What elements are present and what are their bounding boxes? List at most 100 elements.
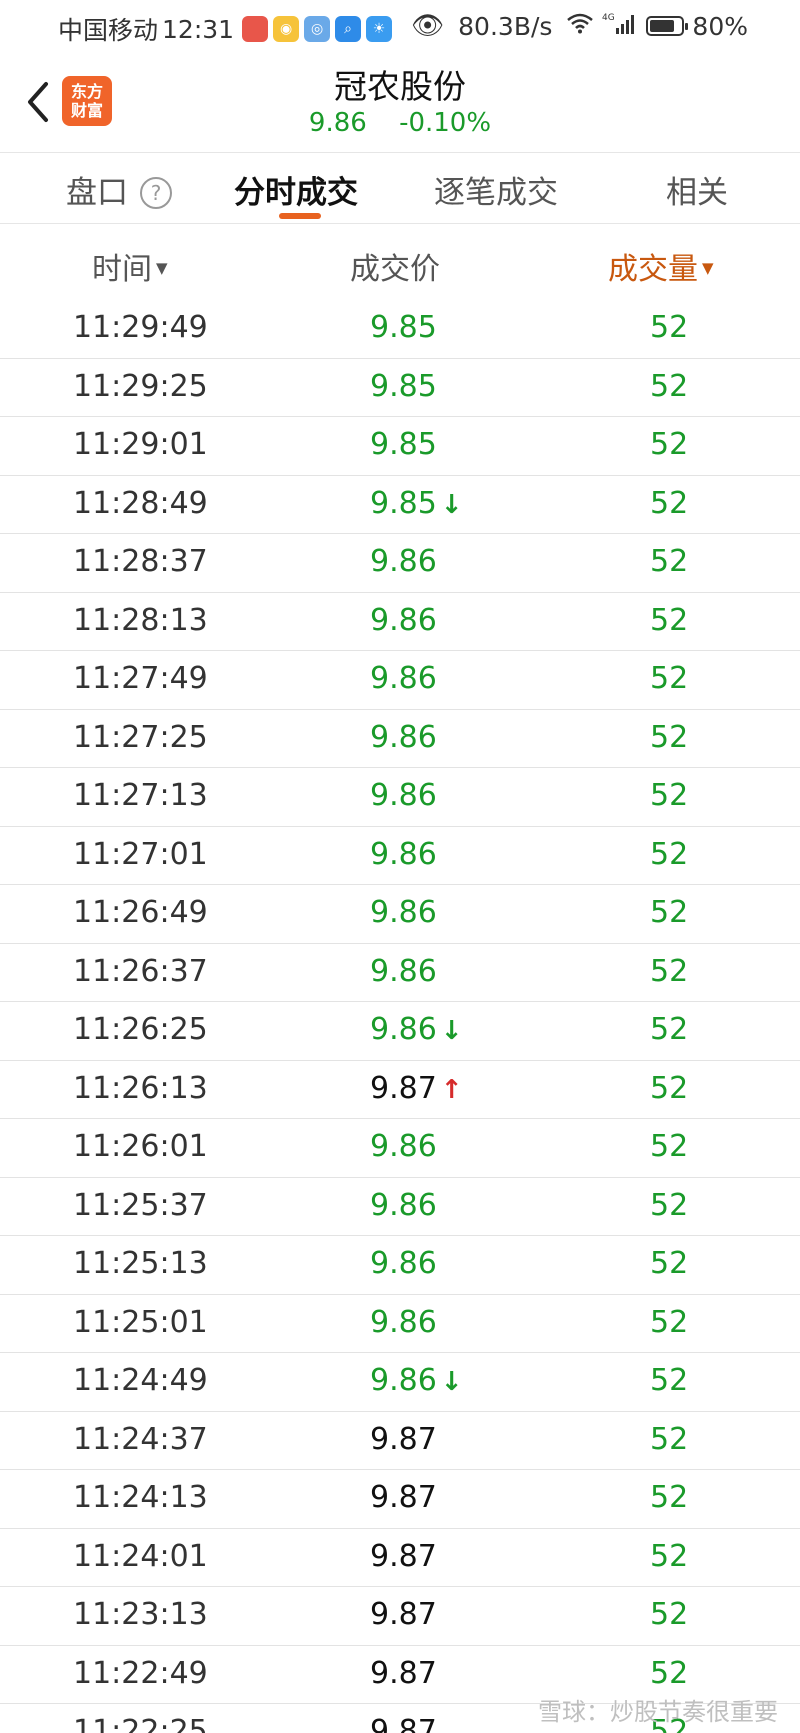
- arrow-down-icon: ↓: [440, 1016, 463, 1046]
- stock-name: 冠农股份: [334, 67, 466, 106]
- column-header-label: 成交价: [350, 252, 440, 287]
- question-circle-icon[interactable]: ?: [140, 177, 172, 209]
- trade-price: 9.86: [370, 778, 437, 813]
- trade-volume: 52: [650, 1421, 689, 1457]
- table-row[interactable]: 11:26:25 9.86 ↓ 52: [0, 1002, 800, 1061]
- trade-volume: 52: [650, 1655, 689, 1691]
- tab-label: 相关: [666, 175, 728, 211]
- active-tab-indicator: [279, 213, 321, 219]
- trade-time: 11:25:37: [73, 1187, 208, 1223]
- table-row[interactable]: 11:24:13 9.87 52: [0, 1470, 800, 1529]
- trade-volume: 52: [650, 1070, 689, 1106]
- trade-volume: 52: [650, 602, 689, 638]
- table-row[interactable]: 11:26:13 9.87 ↑ 52: [0, 1061, 800, 1119]
- trade-time: 11:24:49: [73, 1363, 208, 1398]
- arrow-down-icon: ↓: [440, 1367, 463, 1397]
- tab-tick-trades[interactable]: 逐笔成交: [434, 167, 558, 212]
- table-row[interactable]: 11:24:49 9.86 ↓ 52: [0, 1353, 800, 1412]
- trade-time: 11:25:13: [73, 1246, 208, 1281]
- table-row[interactable]: 11:26:49 9.86 52: [0, 885, 800, 944]
- table-row[interactable]: 11:28:49 9.85 ↓ 52: [0, 476, 800, 534]
- stock-price: 9.86: [308, 108, 367, 138]
- table-row[interactable]: 11:28:13 9.86 52: [0, 593, 800, 651]
- caret-down-icon: ▼: [702, 259, 714, 277]
- trade-volume: 52: [650, 427, 689, 462]
- table-row[interactable]: 11:24:01 9.87 52: [0, 1529, 800, 1587]
- table-row[interactable]: 11:26:37 9.86 52: [0, 944, 800, 1002]
- trade-volume: 52: [650, 1597, 689, 1632]
- trade-time: 11:26:49: [73, 895, 208, 930]
- column-header-label: 时间: [92, 252, 152, 287]
- trade-price-value: 9.86: [370, 1246, 437, 1281]
- trade-price-value: 9.86: [370, 1187, 437, 1223]
- table-row[interactable]: 11:29:25 9.85 52: [0, 359, 800, 417]
- table-row[interactable]: 11:27:25 9.86 52: [0, 710, 800, 768]
- trade-time: 11:29:25: [73, 368, 208, 404]
- column-header-label: 成交量: [608, 252, 698, 287]
- trade-time: 11:26:13: [73, 1070, 208, 1106]
- table-row[interactable]: 11:25:37 9.86 52: [0, 1178, 800, 1236]
- table-row[interactable]: 11:27:01 9.86 52: [0, 827, 800, 885]
- table-row[interactable]: 11:25:13 9.86 52: [0, 1236, 800, 1295]
- trade-price: 9.87: [370, 1539, 437, 1574]
- trade-price-value: 9.85: [370, 485, 437, 521]
- tab-intraday-trades[interactable]: 分时成交: [234, 167, 358, 212]
- trade-price-value: 9.86: [370, 1129, 437, 1164]
- stock-header: 东方 财富 冠农股份 9.86 -0.10%: [0, 56, 800, 152]
- trade-price: 9.87: [370, 1714, 437, 1733]
- trade-volume: 52: [650, 953, 689, 989]
- table-row[interactable]: 11:24:37 9.87 52: [0, 1412, 800, 1470]
- trade-volume: 52: [650, 1246, 689, 1281]
- trade-volume: 52: [650, 719, 689, 755]
- trade-time: 11:29:01: [73, 427, 208, 462]
- trade-price-value: 9.87: [370, 1714, 437, 1733]
- trade-price-value: 9.86: [370, 1012, 437, 1047]
- tab-label: 盘口: [66, 175, 128, 211]
- arrow-down-icon: ↓: [440, 489, 463, 520]
- trade-price: 9.86: [370, 1305, 437, 1340]
- table-row[interactable]: 11:27:13 9.86 52: [0, 768, 800, 827]
- column-header-price[interactable]: 成交价: [350, 244, 440, 288]
- tab-label: 分时成交: [234, 175, 358, 211]
- trade-volume: 52: [650, 661, 689, 696]
- trade-price: 9.87 ↑: [370, 1071, 463, 1106]
- table-row[interactable]: 11:28:37 9.86 52: [0, 534, 800, 593]
- table-row[interactable]: 11:25:01 9.86 52: [0, 1295, 800, 1353]
- search-app-icon: ⌕: [335, 16, 362, 42]
- trade-time: 11:23:13: [73, 1597, 208, 1632]
- column-header-volume[interactable]: 成交量 ▼: [608, 244, 714, 288]
- trade-price-value: 9.85: [370, 427, 437, 462]
- trade-price: 9.85: [370, 427, 437, 462]
- trade-price: 9.87: [370, 1597, 437, 1632]
- table-row[interactable]: 11:27:49 9.86 52: [0, 651, 800, 710]
- trade-price-value: 9.85: [370, 368, 437, 404]
- trade-price: 9.86: [370, 954, 437, 989]
- tab-related[interactable]: 相关: [666, 167, 728, 212]
- trade-volume: 52: [650, 1363, 689, 1398]
- arrow-up-icon: ↑: [440, 1074, 463, 1105]
- network-type-label: 4G: [602, 13, 615, 23]
- tab-pankou[interactable]: 盘口?: [66, 167, 172, 212]
- trade-price-value: 9.87: [370, 1538, 437, 1574]
- trade-time: 11:26:37: [73, 953, 208, 989]
- trade-price-value: 9.87: [370, 1480, 437, 1515]
- table-row[interactable]: 11:29:49 9.85 52: [0, 300, 800, 359]
- trade-price-value: 9.86: [370, 719, 437, 755]
- weather-icon: ☀: [366, 16, 393, 42]
- battery-icon: [646, 16, 689, 36]
- table-row[interactable]: 11:23:13 9.87 52: [0, 1587, 800, 1646]
- trade-price-value: 9.87: [370, 1597, 437, 1632]
- trade-price-value: 9.86: [370, 836, 437, 872]
- table-row[interactable]: 11:26:01 9.86 52: [0, 1119, 800, 1178]
- trade-price-value: 9.86: [370, 778, 437, 813]
- trade-price: 9.87: [370, 1480, 437, 1515]
- eye-icon: 👁: [411, 11, 445, 41]
- trade-price: 9.86: [370, 1129, 437, 1164]
- table-row[interactable]: 11:29:01 9.85 52: [0, 417, 800, 476]
- trade-price-value: 9.86: [370, 1304, 437, 1340]
- trade-list: 11:29:49 9.85 52 11:29:25 9.85 52 11:29:01 9.85…: [0, 300, 800, 1733]
- trade-time: 11:26:25: [73, 1012, 208, 1047]
- wifi-icon: [566, 12, 594, 40]
- column-header-time[interactable]: 时间 ▼: [92, 244, 168, 288]
- trade-time: 11:26:01: [73, 1129, 208, 1164]
